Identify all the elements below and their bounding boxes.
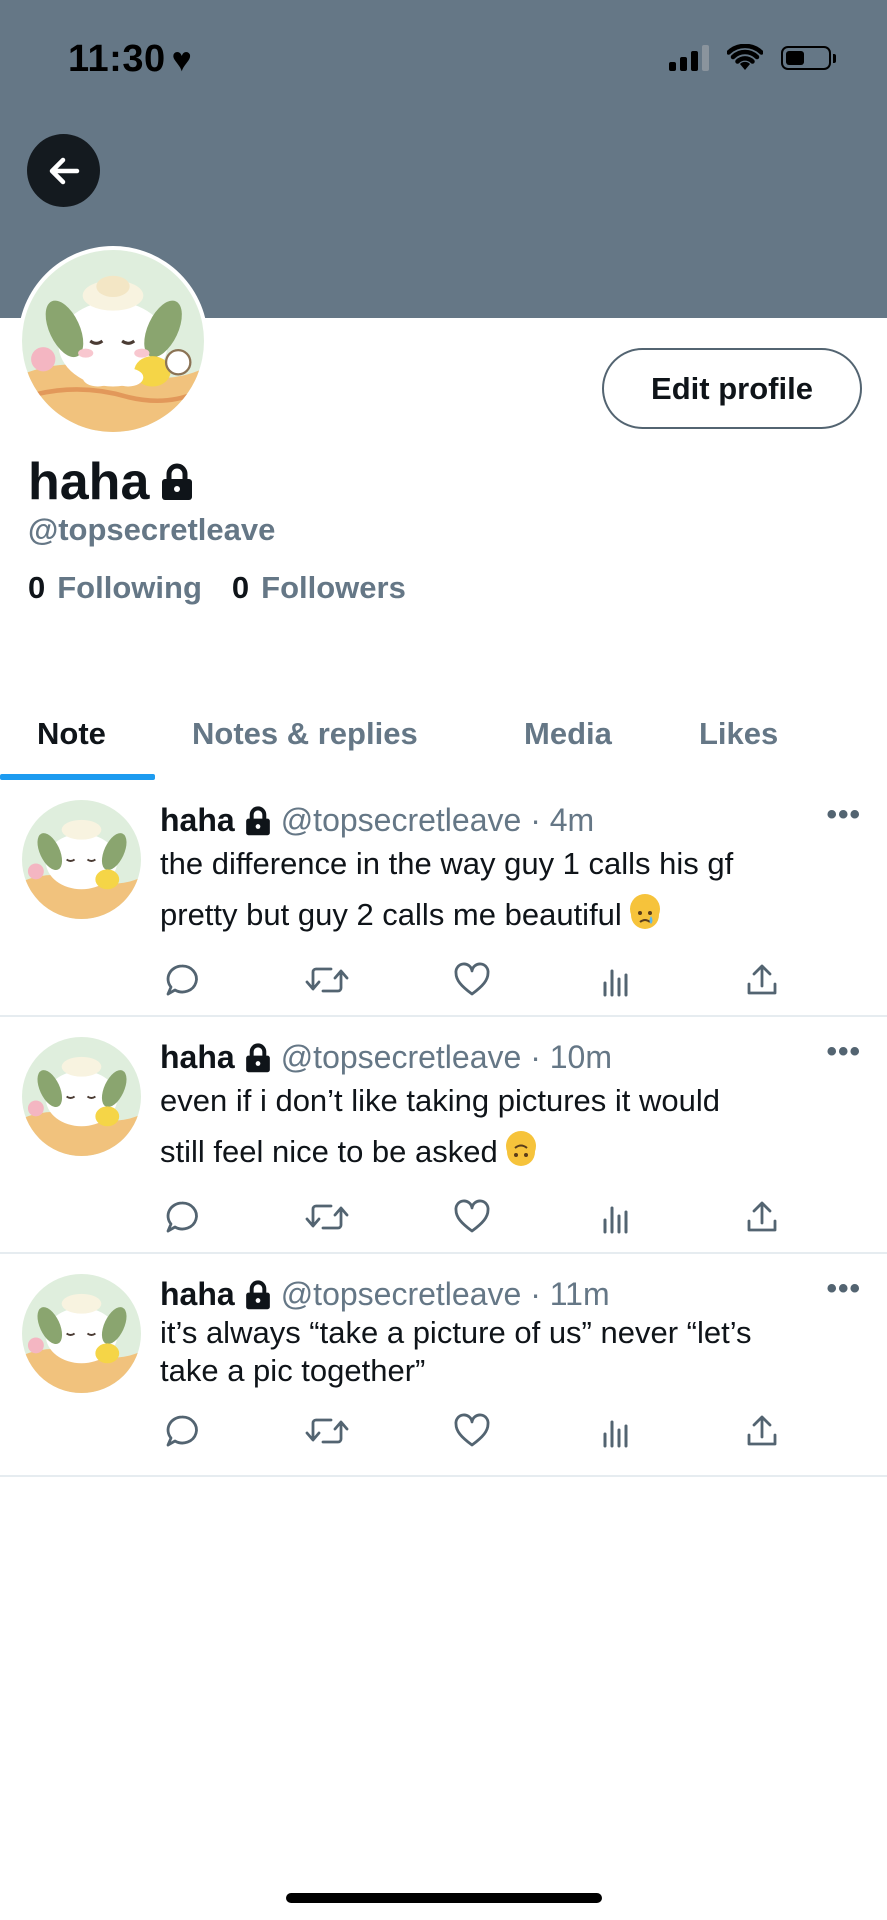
retweet-icon[interactable] — [305, 958, 349, 1002]
heart-status-icon: ♥ — [171, 41, 193, 79]
heart-icon[interactable] — [450, 1409, 494, 1453]
lock-icon — [245, 805, 270, 835]
wifi-icon — [727, 44, 763, 70]
tweet-text-line: the difference in the way guy 1 calls hi… — [160, 846, 734, 881]
tweet-avatar[interactable] — [22, 1037, 141, 1156]
edit-profile-button[interactable]: Edit profile — [602, 348, 862, 429]
tweet-header: haha @topsecretleave · 11m — [160, 1276, 610, 1313]
home-indicator[interactable] — [286, 1893, 602, 1903]
tweet-author-name: haha — [160, 1039, 235, 1075]
retweet-icon[interactable] — [305, 1409, 349, 1453]
tweet-meta: @topsecretleave · 10m — [280, 1039, 612, 1075]
tweet-header: haha @topsecretleave · 10m — [160, 1039, 612, 1076]
tweet-actions — [160, 958, 800, 1004]
tweet-text-line: pretty but guy 2 calls me beautiful — [160, 897, 622, 932]
status-bar-time: 11:30 ♥ — [68, 38, 192, 81]
arrow-left-icon — [49, 157, 79, 184]
profile-display-name: haha — [28, 452, 195, 512]
tweet-author-name: haha — [160, 802, 235, 838]
followers-label: Followers — [261, 570, 406, 605]
following-count: 0 — [28, 570, 46, 605]
upside-down-face-icon — [505, 1131, 536, 1166]
tweet-text: even if i don’t like taking pictures it … — [160, 1075, 860, 1177]
tweet-header: haha @topsecretleave · 4m — [160, 802, 594, 839]
cellular-signal-icon — [669, 45, 709, 71]
heart-icon[interactable] — [450, 1195, 494, 1239]
crying-face-icon — [629, 894, 660, 929]
more-icon[interactable]: ••• — [826, 1035, 861, 1069]
profile-avatar[interactable] — [22, 250, 204, 432]
tab-media[interactable]: Media — [524, 690, 612, 778]
share-icon[interactable] — [740, 1409, 784, 1453]
back-button[interactable] — [27, 134, 100, 207]
reply-icon[interactable] — [160, 1409, 204, 1453]
avatar-image — [22, 1274, 141, 1393]
analytics-icon[interactable] — [595, 1409, 639, 1453]
tweet-text: the difference in the way guy 1 calls hi… — [160, 838, 860, 940]
tweet-author-name: haha — [160, 1276, 235, 1312]
status-time-text: 11:30 — [68, 38, 166, 80]
following-label: Following — [57, 570, 202, 605]
more-icon[interactable]: ••• — [826, 1272, 861, 1306]
tweet-text-line: still feel nice to be asked — [160, 1134, 498, 1169]
tweet-item[interactable]: haha @topsecretleave · 11m ••• it’s alwa… — [0, 1254, 887, 1477]
tweet-avatar[interactable] — [22, 1274, 141, 1393]
avatar-image — [22, 1037, 141, 1156]
analytics-icon[interactable] — [595, 958, 639, 1002]
reply-icon[interactable] — [160, 958, 204, 1002]
display-name-text: haha — [28, 453, 150, 511]
tweet-meta: @topsecretleave · 11m — [280, 1276, 610, 1312]
retweet-icon[interactable] — [305, 1195, 349, 1239]
avatar-image — [22, 800, 141, 919]
followers-link[interactable]: 0 Followers — [232, 570, 406, 606]
avatar-image — [22, 250, 204, 432]
tab-likes[interactable]: Likes — [699, 690, 778, 778]
tweet-item[interactable]: haha @topsecretleave · 4m ••• the differ… — [0, 780, 887, 1017]
tweet-actions — [160, 1409, 800, 1455]
tweet-text-line-2: still feel nice to be asked — [160, 1126, 860, 1177]
tweet-feed: haha @topsecretleave · 4m ••• the differ… — [0, 780, 887, 1477]
heart-icon[interactable] — [450, 958, 494, 1002]
status-bar-indicators — [669, 44, 836, 72]
analytics-icon[interactable] — [595, 1195, 639, 1239]
share-icon[interactable] — [740, 958, 784, 1002]
tab-notes-and-replies[interactable]: Notes & replies — [192, 690, 418, 778]
tweet-item[interactable]: haha @topsecretleave · 10m ••• even if i… — [0, 1017, 887, 1254]
profile-tabs: Note Notes & replies Media Likes — [0, 690, 887, 780]
tweet-avatar[interactable] — [22, 800, 141, 919]
share-icon[interactable] — [740, 1195, 784, 1239]
tab-note[interactable]: Note — [37, 690, 106, 778]
tweet-actions — [160, 1195, 800, 1241]
followers-count: 0 — [231, 570, 250, 605]
lock-icon — [245, 1279, 270, 1309]
more-icon[interactable]: ••• — [826, 798, 861, 832]
tweet-meta: @topsecretleave · 4m — [280, 802, 595, 838]
tweet-text: it’s always “take a picture of us” never… — [160, 1314, 860, 1390]
battery-icon — [781, 46, 836, 70]
profile-handle: @topsecretleave — [28, 512, 276, 547]
following-link[interactable]: 0 Following — [28, 570, 202, 606]
follow-counts: 0 Following 0 Followers — [28, 570, 406, 606]
tweet-text-line: even if i don’t like taking pictures it … — [160, 1083, 721, 1118]
tweet-text-line: take a pic together” — [160, 1353, 426, 1388]
lock-icon — [245, 1042, 270, 1072]
tweet-text-line-2: pretty but guy 2 calls me beautiful — [160, 889, 860, 940]
lock-icon — [162, 463, 193, 500]
reply-icon[interactable] — [160, 1195, 204, 1239]
tweet-text-line: it’s always “take a picture of us” never… — [160, 1315, 752, 1350]
